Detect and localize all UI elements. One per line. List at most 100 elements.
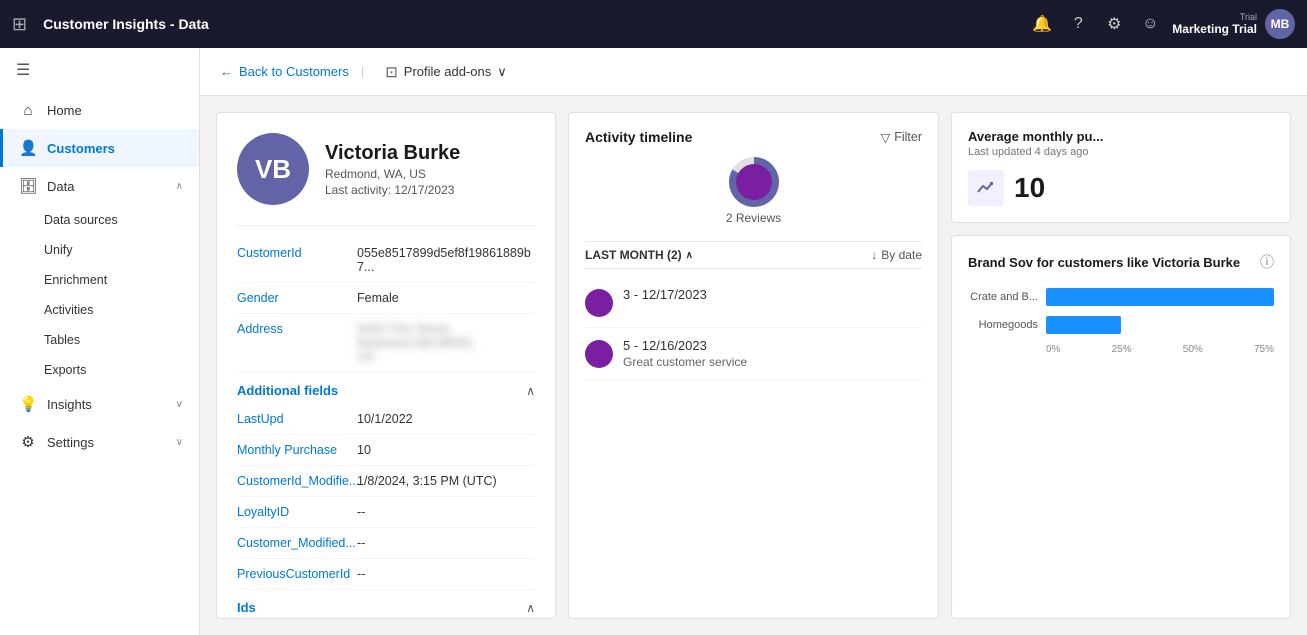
profile-fields: CustomerId 055e8517899d5ef8f19861889b7..… — [237, 225, 535, 373]
additional-fields-header[interactable]: Additional fields ∧ — [237, 373, 535, 404]
metric-subtitle: Last updated 4 days ago — [968, 146, 1274, 158]
field-label-gender: Gender — [237, 291, 357, 305]
sort-icon: ↓ — [871, 248, 877, 262]
data-chevron-icon: ∧ — [176, 181, 183, 192]
month-label: LAST MONTH (2) ∧ — [585, 248, 693, 262]
sidebar-item-home-label: Home — [47, 103, 82, 118]
settings-icon[interactable]: ⚙ — [1100, 10, 1128, 38]
axis-label-3: 75% — [1254, 344, 1274, 355]
chart-bar-container-1 — [1046, 316, 1274, 334]
activity-event-0: 3 - 12/17/2023 — [585, 277, 922, 328]
ids-chevron-icon: ∧ — [526, 601, 535, 615]
profile-card: VB Victoria Burke Redmond, WA, US Last a… — [216, 112, 556, 619]
sidebar-item-activities-label: Activities — [44, 303, 93, 317]
activity-card: Activity timeline ▽ Filter 2 Reviews — [568, 112, 939, 619]
outer-ring — [729, 157, 779, 207]
field-value-loyaltyid: -- — [357, 505, 365, 519]
profile-addons-label: Profile add-ons — [404, 64, 491, 79]
sidebar-item-exports[interactable]: Exports — [0, 355, 199, 385]
profile-addons-button[interactable]: ⊡ Profile add-ons ∨ — [376, 58, 516, 86]
sidebar-item-enrichment-label: Enrichment — [44, 273, 107, 287]
help-icon[interactable]: ? — [1064, 10, 1092, 38]
sidebar-item-tables[interactable]: Tables — [0, 325, 199, 355]
event-dot-1 — [585, 340, 613, 368]
field-row-customer-modified: Customer_Modified... -- — [237, 528, 535, 559]
by-date-button[interactable]: ↓ By date — [871, 248, 922, 262]
metric-title: Average monthly pu... — [968, 129, 1274, 144]
profile-addons-square-icon: ⊡ — [385, 63, 398, 81]
sidebar-item-settings-label: Settings — [47, 435, 94, 450]
sidebar-item-data-sources-label: Data sources — [44, 213, 118, 227]
sidebar-item-enrichment[interactable]: Enrichment — [0, 265, 199, 295]
sidebar-item-unify[interactable]: Unify — [0, 235, 199, 265]
field-value-lastupd: 10/1/2022 — [357, 412, 413, 426]
insights-icon: 💡 — [19, 395, 37, 413]
ids-header[interactable]: Ids ∧ — [237, 590, 535, 619]
sidebar-item-settings[interactable]: ⚙ Settings ∨ — [0, 423, 199, 461]
brand-card-header: Brand Sov for customers like Victoria Bu… — [968, 252, 1274, 272]
ids-title: Ids — [237, 600, 256, 615]
trial-label: Trial — [1240, 12, 1257, 22]
chart-row-1: Homegoods — [968, 316, 1274, 334]
sidebar-item-data-sources[interactable]: Data sources — [0, 205, 199, 235]
sidebar-item-home[interactable]: ⌂ Home — [0, 92, 199, 129]
event-content-0: 3 - 12/17/2023 — [623, 287, 922, 302]
waffle-icon[interactable]: ⊞ — [12, 14, 27, 35]
field-label-customerid-modified: CustomerId_Modifie... — [237, 474, 357, 488]
reviews-label: 2 Reviews — [726, 211, 781, 225]
right-panel: Average monthly pu... Last updated 4 day… — [951, 112, 1291, 619]
event-title-0: 3 - 12/17/2023 — [623, 287, 922, 302]
field-value-customer-modified: -- — [357, 536, 365, 550]
filter-button[interactable]: ▽ Filter — [881, 130, 922, 145]
chart-axis: 0% 25% 50% 75% — [968, 344, 1274, 355]
top-nav: ⊞ Customer Insights - Data 🔔 ? ⚙ ☺ Trial… — [0, 0, 1307, 48]
filter-icon: ▽ — [881, 130, 891, 145]
sidebar-item-insights-label: Insights — [47, 397, 92, 412]
sidebar-item-data[interactable]: 🗄 Data ∧ — [0, 167, 199, 205]
field-label-address: Address — [237, 322, 357, 364]
smiley-icon[interactable]: ☺ — [1136, 10, 1164, 38]
filter-label: Filter — [894, 130, 922, 144]
chart-bar-container-0 — [1046, 288, 1274, 306]
field-row-customerid: CustomerId 055e8517899d5ef8f19861889b7..… — [237, 238, 535, 283]
chart-bar-1 — [1046, 316, 1121, 334]
profile-addons-chevron-icon: ∨ — [497, 64, 507, 80]
field-label-lastupd: LastUpd — [237, 412, 357, 426]
activity-title: Activity timeline — [585, 129, 692, 145]
field-row-gender: Gender Female — [237, 283, 535, 314]
field-label-monthly-purchase: Monthly Purchase — [237, 443, 357, 457]
notification-icon[interactable]: 🔔 — [1028, 10, 1056, 38]
axis-label-1: 25% — [1112, 344, 1132, 355]
axis-label-2: 50% — [1183, 344, 1203, 355]
profile-last-activity: Last activity: 12/17/2023 — [325, 183, 460, 197]
chart-row-0: Crate and B... — [968, 288, 1274, 306]
timeline-reviews: 2 Reviews — [585, 157, 922, 225]
field-row-customerid-modified: CustomerId_Modifie... 1/8/2024, 3:15 PM … — [237, 466, 535, 497]
breadcrumb-bar: ← Back to Customers | ⊡ Profile add-ons … — [200, 48, 1307, 96]
trend-chart-icon — [976, 178, 996, 198]
month-chevron-icon: ∧ — [686, 250, 693, 261]
info-icon[interactable]: ⓘ — [1260, 252, 1274, 272]
settings-nav-icon: ⚙ — [19, 433, 37, 451]
breadcrumb-separator: | — [361, 64, 364, 79]
metric-card: Average monthly pu... Last updated 4 day… — [951, 112, 1291, 223]
field-label-previous-customerid: PreviousCustomerId — [237, 567, 357, 581]
profile-name: Victoria Burke — [325, 142, 460, 165]
trial-name: Marketing Trial — [1172, 22, 1257, 36]
chart-label-0: Crate and B... — [968, 291, 1038, 303]
field-value-customerid: 055e8517899d5ef8f19861889b7... — [357, 246, 535, 274]
field-value-gender: Female — [357, 291, 399, 305]
profile-info: Victoria Burke Redmond, WA, US Last acti… — [325, 142, 460, 197]
activity-header: Activity timeline ▽ Filter — [585, 129, 922, 145]
hamburger-menu[interactable]: ☰ — [0, 48, 199, 92]
sidebar-item-insights[interactable]: 💡 Insights ∨ — [0, 385, 199, 423]
back-to-customers-link[interactable]: ← Back to Customers — [220, 64, 349, 79]
back-to-customers-label: Back to Customers — [239, 64, 349, 79]
field-row-monthly-purchase: Monthly Purchase 10 — [237, 435, 535, 466]
review-circle — [729, 157, 779, 207]
data-icon: 🗄 — [19, 177, 37, 195]
user-avatar[interactable]: MB — [1265, 9, 1295, 39]
sidebar-item-customers[interactable]: 👤 Customers — [0, 129, 199, 167]
sidebar-item-activities[interactable]: Activities — [0, 295, 199, 325]
month-label-text: LAST MONTH (2) — [585, 248, 682, 262]
